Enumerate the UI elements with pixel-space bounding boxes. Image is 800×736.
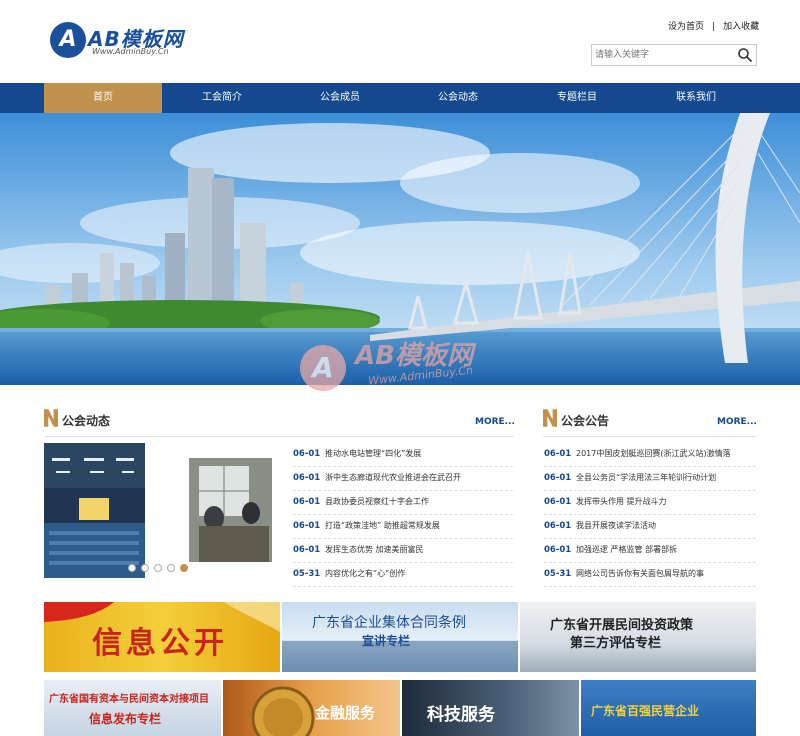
notice-item[interactable]: 06-01 发挥带头作用 提升战斗力 <box>544 491 756 515</box>
notice-section-title: 公会公告 <box>561 414 610 428</box>
divider <box>543 436 756 437</box>
news-list: 06-01 推动水电站管理“四化”发展 06-01 浙中生态廊道现代农业推进会在武召… <box>293 443 513 587</box>
tile-title: 金融服务 <box>315 704 376 722</box>
top-links: 设为首页 | 加入收藏 <box>668 19 759 32</box>
news-title: 打造“政策洼地” 助推超常规发展 <box>325 521 440 530</box>
nav-item-contact[interactable]: 联系我们 <box>637 83 755 113</box>
tile-title: 信息公开 <box>92 626 228 661</box>
news-title: 浙中生态廊道现代农业推进会在武召开 <box>325 473 461 482</box>
tile-subtitle: 信息发布专栏 <box>89 712 162 726</box>
logo-subtitle: Www.AdminBuy.Cn <box>92 47 169 56</box>
search-button[interactable] <box>737 47 753 63</box>
notice-date: 06-01 <box>544 521 572 531</box>
notice-item[interactable]: 06-01 2017中国皮划艇巡回赛(浙江武义站)激情落 <box>544 443 756 467</box>
notice-list: 06-01 2017中国皮划艇巡回赛(浙江武义站)激情落 06-01 全县公务员“学… <box>544 443 756 587</box>
notice-more-link[interactable]: MORE... <box>717 417 757 427</box>
search-box <box>591 44 757 66</box>
news-section-title: 公会动态 <box>62 414 111 428</box>
notice-date: 06-01 <box>544 545 572 555</box>
news-item[interactable]: 06-01 发挥生态优势 加速美丽富民 <box>293 539 513 563</box>
news-date: 06-01 <box>293 521 321 531</box>
notice-item[interactable]: 06-01 全县公务员“学法用法三年轮训行动计划 <box>544 467 756 491</box>
tile-collective-contract[interactable]: 广东省企业集体合同条例 宣讲专栏 <box>282 602 518 672</box>
news-date: 06-01 <box>293 449 321 459</box>
news-date: 06-01 <box>293 473 321 483</box>
divider: | <box>712 22 716 32</box>
notice-title: 发挥带头作用 提升战斗力 <box>576 497 667 506</box>
news-title: 内容优化之有“心”创作 <box>325 569 406 578</box>
notice-title: 网络公司告诉你有关面包屑导航的事 <box>576 569 704 578</box>
tile-subtitle: 第三方评估专栏 <box>570 636 662 651</box>
tile-title: 广东省国有资本与民间资本对接项目 <box>49 694 209 705</box>
nav-item-home[interactable]: 首页 <box>44 83 162 113</box>
slider-dot[interactable] <box>128 564 136 572</box>
tile-top-private-enterprises[interactable]: 广东省百强民营企业 <box>581 680 756 736</box>
add-favorite-link[interactable]: 加入收藏 <box>723 22 759 32</box>
search-input[interactable] <box>595 47 725 62</box>
divider <box>44 436 514 437</box>
tile-capital-matching[interactable]: 广东省国有资本与民间资本对接项目 信息发布专栏 <box>44 680 221 736</box>
news-title: 推动水电站管理“四化”发展 <box>325 449 422 458</box>
news-date: 06-01 <box>293 545 321 555</box>
watermark: A AB模板网 Www.AdminBuy.Cn <box>300 335 520 405</box>
search-icon <box>738 48 753 63</box>
notice-date: 05-31 <box>544 569 572 579</box>
news-item[interactable]: 06-01 县政协委员视察红十字会工作 <box>293 491 513 515</box>
section-marker-icon <box>44 409 58 427</box>
section-marker-icon <box>543 409 557 427</box>
header: A AB模板网 Www.AdminBuy.Cn 设为首页 | 加入收藏 <box>0 0 800 83</box>
tile-title: 广东省企业集体合同条例 <box>312 615 466 631</box>
nav-item-news[interactable]: 公会动态 <box>399 83 517 113</box>
slider-dot[interactable] <box>141 564 149 572</box>
tile-info-disclosure[interactable]: 信息公开 <box>44 602 280 672</box>
notice-title: 全县公务员“学法用法三年轮训行动计划 <box>576 473 717 482</box>
meeting-hall-image <box>44 443 145 578</box>
notice-date: 06-01 <box>544 497 572 507</box>
news-item[interactable]: 05-31 内容优化之有“心”创作 <box>293 563 513 587</box>
nav-item-about[interactable]: 工会简介 <box>163 83 281 113</box>
tile-title: 广东省开展民间投资政策 <box>550 618 694 633</box>
tile-subtitle: 宣讲专栏 <box>362 634 411 648</box>
slider-dots <box>128 564 192 572</box>
set-homepage-link[interactable]: 设为首页 <box>668 22 704 32</box>
notice-date: 06-01 <box>544 449 572 459</box>
news-date: 05-31 <box>293 569 321 579</box>
nav-item-members[interactable]: 公会成员 <box>281 83 399 113</box>
news-title: 县政协委员视察红十字会工作 <box>325 497 429 506</box>
notice-date: 06-01 <box>544 473 572 483</box>
notice-item[interactable]: 06-01 加强巡逻 严格监管 部署部拆 <box>544 539 756 563</box>
news-item[interactable]: 06-01 浙中生态廊道现代农业推进会在武召开 <box>293 467 513 491</box>
office-meeting-image <box>189 458 272 562</box>
notice-title: 2017中国皮划艇巡回赛(浙江武义站)激情落 <box>576 449 731 458</box>
tile-tech-service[interactable]: 科技服务 <box>402 680 579 736</box>
site-logo[interactable]: A AB模板网 Www.AdminBuy.Cn <box>50 22 190 62</box>
news-more-link[interactable]: MORE... <box>475 417 515 427</box>
logo-icon: A <box>50 22 86 58</box>
notice-title: 我县开展夜读学法活动 <box>576 521 656 530</box>
news-item[interactable]: 06-01 打造“政策洼地” 助推超常规发展 <box>293 515 513 539</box>
watermark-logo-icon: A <box>300 345 346 391</box>
main-nav: 首页 工会简介 公会成员 公会动态 专题栏目 联系我们 <box>0 83 800 113</box>
tile-private-investment[interactable]: 广东省开展民间投资政策 第三方评估专栏 <box>520 602 756 672</box>
tile-title: 科技服务 <box>427 705 495 725</box>
news-photo-office[interactable] <box>189 458 272 562</box>
news-photo-meeting-hall[interactable] <box>44 443 145 578</box>
slider-dot-active[interactable] <box>180 564 188 572</box>
notice-item[interactable]: 05-31 网络公司告诉你有关面包屑导航的事 <box>544 563 756 587</box>
notice-item[interactable]: 06-01 我县开展夜读学法活动 <box>544 515 756 539</box>
news-item[interactable]: 06-01 推动水电站管理“四化”发展 <box>293 443 513 467</box>
news-title: 发挥生态优势 加速美丽富民 <box>325 545 424 554</box>
slider-dot[interactable] <box>154 564 162 572</box>
notice-title: 加强巡逻 严格监管 部署部拆 <box>576 545 678 554</box>
slider-dot[interactable] <box>167 564 175 572</box>
tile-finance-service[interactable]: 金融服务 <box>223 680 400 736</box>
nav-item-topics[interactable]: 专题栏目 <box>518 83 636 113</box>
news-date: 06-01 <box>293 497 321 507</box>
tile-title: 广东省百强民营企业 <box>591 704 700 718</box>
